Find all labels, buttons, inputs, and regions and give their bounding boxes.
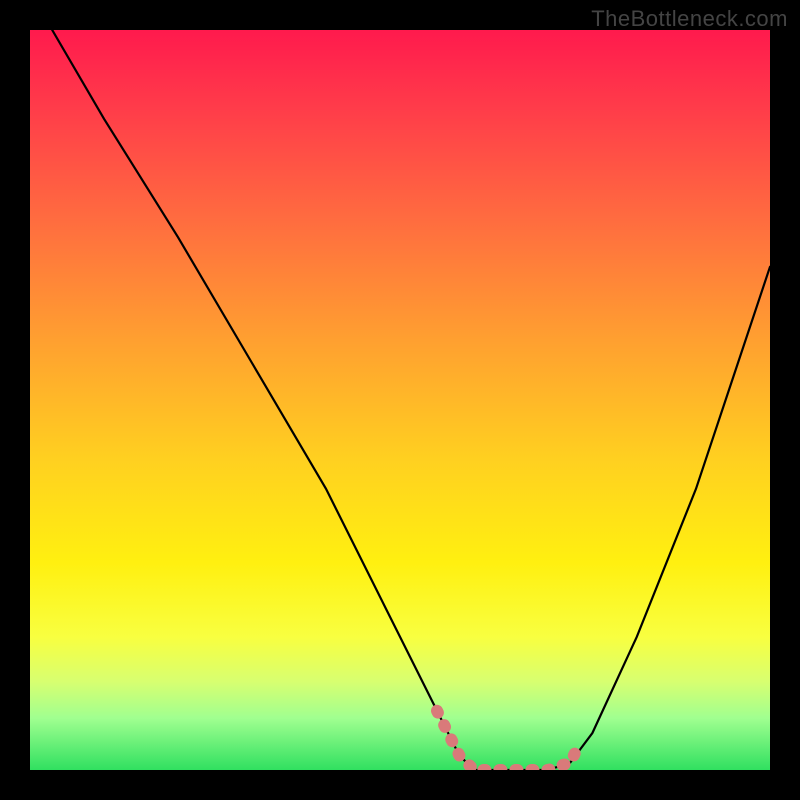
plot-area	[30, 30, 770, 770]
chart-frame	[30, 30, 770, 770]
watermark-text: TheBottleneck.com	[591, 6, 788, 32]
bottleneck-curve-path	[52, 30, 770, 770]
chart-svg	[30, 30, 770, 770]
optimal-band-path	[437, 711, 578, 770]
